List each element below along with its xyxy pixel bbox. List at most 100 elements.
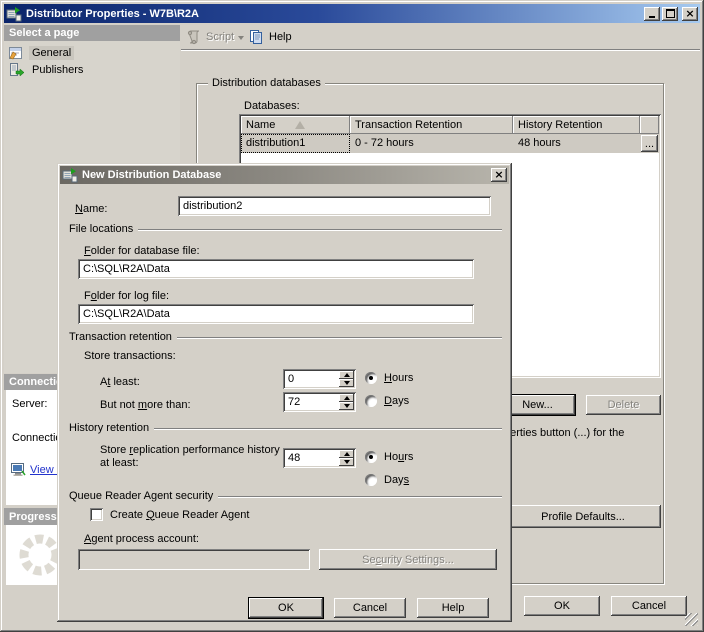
main-cancel-button[interactable]: Cancel xyxy=(611,596,687,616)
new-distribution-database-dialog: New Distribution Database × Name: distri… xyxy=(57,163,512,622)
sidebar-item-publishers[interactable]: Publishers xyxy=(8,61,86,78)
separator-line xyxy=(138,228,502,230)
select-page-header: Select a page xyxy=(4,25,180,41)
delete-button[interactable]: Delete xyxy=(586,395,661,415)
but-not-more-value[interactable]: 72 xyxy=(283,392,339,412)
column-header-transaction-retention[interactable]: Transaction Retention xyxy=(350,116,513,134)
window-title: Distributor Properties - W7B\R2A xyxy=(26,7,199,20)
dialog-title: New Distribution Database xyxy=(82,169,222,181)
label-accel: H xyxy=(384,372,392,384)
maximize-icon xyxy=(665,9,675,18)
column-header-label: Name xyxy=(246,119,276,131)
cell-name: distribution1 xyxy=(241,134,350,153)
create-queue-checkbox[interactable]: Create Queue Reader Agent xyxy=(90,508,249,521)
at-least-spinner[interactable]: 0 xyxy=(283,369,356,389)
but-not-more-label: But not more than: xyxy=(100,399,191,411)
label-text: Store xyxy=(100,444,130,456)
label-text: But not xyxy=(100,399,138,411)
spinner-up-button[interactable] xyxy=(339,450,354,458)
sidebar-item-label: Publishers xyxy=(32,63,84,76)
transaction-hours-radio[interactable]: Hours xyxy=(365,372,413,384)
folder-database-input[interactable]: C:\SQL\R2A\Data xyxy=(78,259,474,279)
history-value[interactable]: 48 xyxy=(283,448,339,468)
file-locations-separator: File locations xyxy=(69,223,502,235)
column-header-name[interactable]: Name xyxy=(241,116,350,134)
label-accel: s xyxy=(403,474,410,486)
dialog-icon xyxy=(62,167,78,183)
column-header-label: History Retention xyxy=(518,119,603,131)
table-header-row: Name Transaction Retention History Reten… xyxy=(241,116,659,134)
label-text: F xyxy=(84,290,91,302)
label-accel: N xyxy=(75,203,83,215)
dialog-close-button[interactable]: × xyxy=(491,168,507,182)
label-text: lder for log file: xyxy=(96,290,170,302)
table-row[interactable]: distribution1 0 - 72 hours 48 hours ... xyxy=(241,134,659,153)
cell-transaction-retention: 0 - 72 hours xyxy=(355,137,414,149)
checkbox-unchecked-icon xyxy=(90,508,103,521)
label-text: ame: xyxy=(82,203,108,215)
close-button[interactable]: × xyxy=(682,6,698,21)
dialog-ok-button[interactable]: OK xyxy=(248,597,324,619)
group-title: Distribution databases xyxy=(208,77,325,89)
spinner-down-button[interactable] xyxy=(339,402,354,410)
history-retention-separator: History retention xyxy=(69,422,502,434)
dialog-help-button[interactable]: Help xyxy=(417,598,489,618)
history-retention-header: History retention xyxy=(69,422,150,434)
transaction-days-radio[interactable]: Days xyxy=(365,395,409,407)
queue-reader-separator: Queue Reader Agent security xyxy=(69,490,502,502)
main-ok-button[interactable]: OK xyxy=(524,596,600,616)
help-label: Help xyxy=(269,31,292,43)
script-dropdown-icon xyxy=(238,35,245,43)
history-days-radio[interactable]: Days xyxy=(365,474,409,486)
agent-account-label: Agent process account: xyxy=(84,533,199,545)
screen: { "colors": { "window_face": "#d4d0c8", … xyxy=(0,0,704,632)
label-text: gent process account: xyxy=(91,533,199,545)
name-label: Name: xyxy=(75,203,107,215)
history-spinner[interactable]: 48 xyxy=(283,448,356,468)
script-button[interactable]: Script xyxy=(186,28,245,46)
server-label: Server: xyxy=(12,398,48,410)
spinner-down-button[interactable] xyxy=(339,458,354,466)
label-text: rs xyxy=(404,451,414,463)
radio-label: Days xyxy=(384,395,409,407)
profile-defaults-button[interactable]: Profile Defaults... xyxy=(505,505,661,528)
dialog-close-icon: × xyxy=(494,168,504,181)
spinner-up-button[interactable] xyxy=(339,371,354,379)
label-text: Ho xyxy=(384,451,399,463)
label-text: ours xyxy=(391,372,414,384)
delete-button-label: Delete xyxy=(607,399,640,411)
name-input[interactable]: distribution2 xyxy=(178,196,491,216)
general-page-icon xyxy=(8,45,24,61)
minimize-button[interactable] xyxy=(644,6,660,21)
folder-log-input[interactable]: C:\SQL\R2A\Data xyxy=(78,304,474,324)
label-text: Day xyxy=(384,474,404,486)
radio-label: Hours xyxy=(384,372,413,384)
at-least-label: At least: xyxy=(100,376,140,388)
sidebar-item-general[interactable]: General xyxy=(8,44,75,61)
separator-line xyxy=(218,495,502,497)
label-accel: m xyxy=(137,399,148,411)
dialog-cancel-button[interactable]: Cancel xyxy=(334,598,406,618)
history-hours-radio[interactable]: Hours xyxy=(365,451,413,463)
sidebar-item-label: General xyxy=(29,45,75,60)
help-button[interactable]: Help xyxy=(248,28,292,46)
arrow-down-icon xyxy=(343,381,350,388)
at-least-value[interactable]: 0 xyxy=(283,369,339,389)
file-locations-header: File locations xyxy=(69,223,134,235)
arrow-up-icon xyxy=(343,393,350,400)
column-header-history-retention[interactable]: History Retention xyxy=(513,116,640,134)
transaction-retention-separator: Transaction retention xyxy=(69,331,502,343)
databases-label: Databases: xyxy=(244,100,300,112)
maximize-button[interactable] xyxy=(662,6,678,21)
computer-icon xyxy=(10,462,26,476)
arrow-down-icon xyxy=(343,404,350,411)
spinner-down-button[interactable] xyxy=(339,379,354,387)
radio-icon xyxy=(365,395,377,407)
agent-account-input[interactable] xyxy=(78,549,310,570)
resize-grip[interactable] xyxy=(685,613,698,626)
but-not-more-spinner[interactable]: 72 xyxy=(283,392,356,412)
radio-label: Days xyxy=(384,474,409,486)
security-settings-button[interactable]: Security Settings... xyxy=(319,549,497,570)
row-properties-button[interactable]: ... xyxy=(641,135,658,152)
spinner-up-button[interactable] xyxy=(339,394,354,402)
